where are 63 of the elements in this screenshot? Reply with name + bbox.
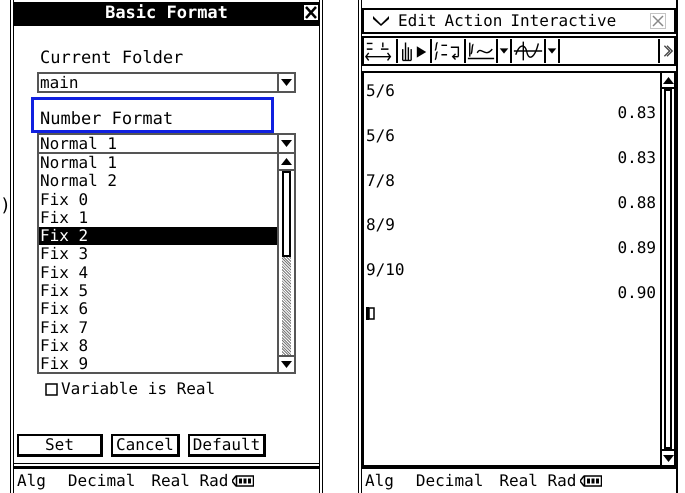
status-text: Real Rad (499, 470, 576, 492)
input-expression: 9/10 (366, 259, 405, 281)
menu-item[interactable]: Edit (398, 9, 437, 33)
input-expression: 8/9 (366, 214, 395, 236)
dropdown-caret-icon[interactable] (281, 79, 292, 86)
battery-icon (580, 475, 602, 487)
list-item[interactable]: Fix 3 (39, 245, 277, 264)
menu-item[interactable]: Interactive (510, 9, 616, 33)
list-item[interactable]: Fix 2 (39, 227, 277, 246)
edge-fragment: ) (0, 196, 11, 216)
checkbox-label: Variable is Real (61, 378, 216, 400)
scroll-thumb[interactable] (664, 89, 672, 449)
battery-icon (232, 475, 254, 487)
scrollbar[interactable] (277, 154, 294, 372)
result-value: 0.90 (617, 282, 656, 303)
result-value: 0.88 (617, 192, 656, 214)
input-expression: 5/6 (366, 80, 395, 102)
status-text: Alg (17, 470, 46, 492)
dialog-title: Basic Format (105, 2, 228, 26)
dropdown-value: Normal 1 (39, 135, 118, 152)
list-item[interactable]: Normal 1 (39, 154, 277, 172)
scrollbar[interactable] (660, 73, 674, 465)
menu-item[interactable]: Action (444, 9, 502, 33)
dropdown-caret-icon[interactable] (498, 39, 512, 63)
status-text: Alg (365, 470, 394, 492)
dialog-button[interactable]: Default (188, 434, 266, 457)
list-item[interactable]: Fix 0 (39, 190, 277, 209)
field-label: Current Folder (40, 49, 184, 67)
result-value: 0.89 (617, 236, 656, 258)
list-item[interactable]: Fix 9 (39, 355, 277, 372)
dropdown-caret-icon[interactable] (281, 361, 292, 368)
field-label: Number Format (40, 110, 174, 128)
list-item[interactable]: Fix 1 (39, 208, 277, 228)
dialog-button[interactable]: Set (17, 434, 103, 457)
graph-icon[interactable] (512, 39, 546, 63)
dropdown-caret-icon[interactable] (546, 39, 560, 63)
dropdown-caret-icon[interactable] (662, 454, 674, 462)
text-cursor-icon (366, 306, 375, 320)
list-item[interactable]: Fix 5 (39, 282, 277, 300)
scroll-thumb[interactable] (282, 171, 291, 257)
list-item[interactable]: Fix 8 (39, 336, 277, 356)
input-expression: 7/8 (366, 170, 395, 191)
scroll-right-icon[interactable] (658, 39, 674, 63)
list-item[interactable]: Normal 2 (39, 172, 277, 191)
dropdown-value: main (39, 74, 80, 91)
scroll-up-icon[interactable] (662, 76, 674, 84)
status-text: Real Rad (151, 470, 228, 492)
dialog-button[interactable]: Cancel (111, 434, 180, 457)
chevron-down-icon[interactable] (372, 15, 390, 27)
dropdown-caret-icon[interactable] (281, 140, 292, 147)
result-value: 0.83 (617, 147, 656, 169)
checkbox[interactable] (45, 382, 58, 396)
dropdown-field[interactable]: Normal 1 (37, 133, 296, 154)
list-item[interactable]: Fix 7 (39, 318, 277, 337)
status-text: Decimal (416, 470, 484, 492)
dropdown-field[interactable]: main (37, 72, 296, 93)
scroll-up-icon[interactable] (281, 158, 292, 165)
status-text: Decimal (68, 470, 136, 492)
list-item[interactable]: Fix 6 (39, 300, 277, 319)
list-item[interactable]: Fix 4 (39, 264, 277, 282)
close-icon[interactable] (304, 5, 318, 20)
input-expression: 5/6 (366, 124, 395, 146)
result-value: 0.83 (617, 102, 656, 124)
